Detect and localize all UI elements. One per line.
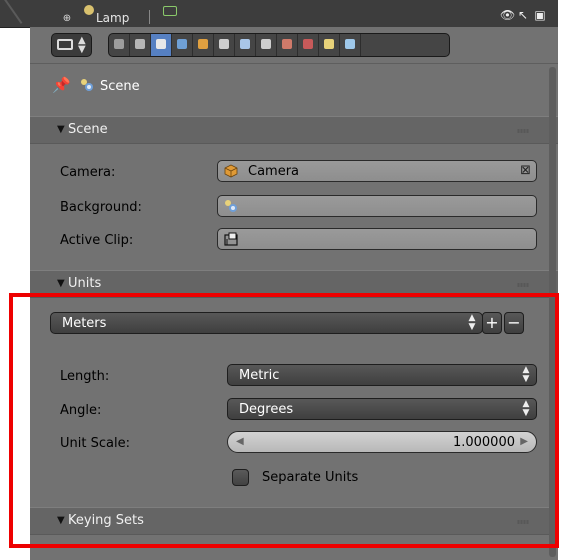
tab-scene[interactable] [151,34,172,56]
units-panel-header[interactable]: ▼ Units [30,270,558,298]
lamp-data-icon [163,6,177,16]
unit-scale-label: Unit Scale: [60,436,130,451]
properties-editor: ▲ ▼ 📌 Scene ▼ Scene Camera: Camera ⊠ Bac… [30,27,558,560]
selectable-cursor-icon[interactable]: ↖ [517,9,529,21]
tab-material[interactable] [277,34,298,56]
visibility-eye-icon[interactable]: 👁 [500,9,515,21]
units-preset-value: Meters [62,316,107,331]
render-layers-icon [135,39,145,49]
increment-arrow-icon[interactable]: ▶ [520,436,528,447]
render-camera-icon[interactable]: ▣ [534,9,546,21]
scene-icon [156,39,166,49]
camera-value: Camera [248,164,300,179]
tab-world[interactable] [172,34,193,56]
scrollbar[interactable] [549,67,556,557]
tab-constraints[interactable] [214,34,235,56]
separate-units-label: Separate Units [262,470,359,485]
tab-data[interactable] [256,34,277,56]
angle-value: Degrees [239,402,294,417]
collapse-triangle-icon: ▼ [57,124,65,135]
physics-icon [345,39,355,49]
texture-icon [303,39,313,49]
length-label: Length: [60,369,110,384]
remove-preset-button[interactable]: − [504,312,524,334]
collapse-triangle-icon: ▼ [57,515,65,526]
panel-title: Scene [68,122,108,137]
angle-label: Angle: [60,403,102,418]
outliner-separator [149,10,150,24]
properties-header: ▲ ▼ [30,27,558,64]
length-dropdown[interactable]: Metric ▲ ▼ [227,364,537,386]
unit-scale-value: 1.000000 [452,435,515,450]
drag-grip-icon[interactable] [517,129,529,133]
tab-render-layers[interactable] [130,34,151,56]
collapse-triangle-icon: ▼ [57,278,65,289]
active-clip-label: Active Clip: [60,233,134,248]
chevron-updown-icon: ▲ ▼ [522,399,530,418]
clear-x-icon[interactable]: ⊠ [520,163,531,178]
panel-title: Keying Sets [68,513,144,528]
separate-units-checkbox[interactable] [232,469,249,486]
add-preset-button[interactable]: + [482,312,502,334]
constraints-icon [219,39,229,49]
tab-particles[interactable] [319,34,340,56]
chevron-updown-icon: ▲ ▼ [468,313,476,332]
breadcrumb-scene: Scene [100,79,140,94]
tab-texture[interactable] [298,34,319,56]
tab-modifiers[interactable] [235,34,256,56]
world-icon [177,39,187,49]
scene-icon [225,200,237,212]
screenshot-frame: ⊕ Lamp 👁 ↖ ▣ ▲ ▼ 📌 Scene ▼ Scene Camera:… [0,0,565,560]
background-field[interactable] [217,195,537,217]
modifiers-icon [240,39,250,49]
length-value: Metric [239,368,280,383]
unit-scale-field[interactable]: ◀ 1.000000 ▶ [227,431,537,453]
tab-physics[interactable] [340,34,361,56]
lamp-icon [84,5,94,15]
keying-sets-panel-header[interactable]: ▼ Keying Sets [30,507,558,535]
editor-type-button[interactable]: ▲ ▼ [51,33,92,57]
particles-icon [324,39,334,49]
scene-panel-header[interactable]: ▼ Scene [30,116,558,144]
camera-field[interactable]: Camera ⊠ [217,160,537,182]
chevron-updown-icon: ▲ ▼ [78,35,86,55]
movie-clip-icon [224,232,238,246]
camera-object-icon [224,164,238,178]
camera-label: Camera: [60,165,116,180]
units-preset-dropdown[interactable]: Meters ▲ ▼ [50,312,483,334]
data-icon [261,39,271,49]
outliner-strip: ⊕ Lamp 👁 ↖ ▣ [0,0,558,28]
panel-title: Units [68,276,102,291]
decrement-arrow-icon[interactable]: ◀ [236,436,244,447]
context-tabs [108,33,450,57]
drag-grip-icon[interactable] [517,283,529,287]
render-icon [114,39,124,49]
drag-grip-icon[interactable] [517,520,529,524]
object-icon [198,39,208,49]
tab-object[interactable] [193,34,214,56]
tab-render[interactable] [109,34,130,56]
outliner-item-lamp[interactable]: Lamp [96,11,129,25]
pin-icon[interactable]: 📌 [52,78,71,93]
angle-dropdown[interactable]: Degrees ▲ ▼ [227,398,537,420]
expand-icon[interactable]: ⊕ [62,14,72,24]
properties-editor-icon [57,39,73,50]
active-clip-field[interactable] [217,228,537,250]
material-icon [282,39,292,49]
area-split-handle[interactable] [3,0,23,24]
chevron-updown-icon: ▲ ▼ [522,365,530,384]
scene-icon [81,79,93,91]
background-label: Background: [60,200,142,215]
